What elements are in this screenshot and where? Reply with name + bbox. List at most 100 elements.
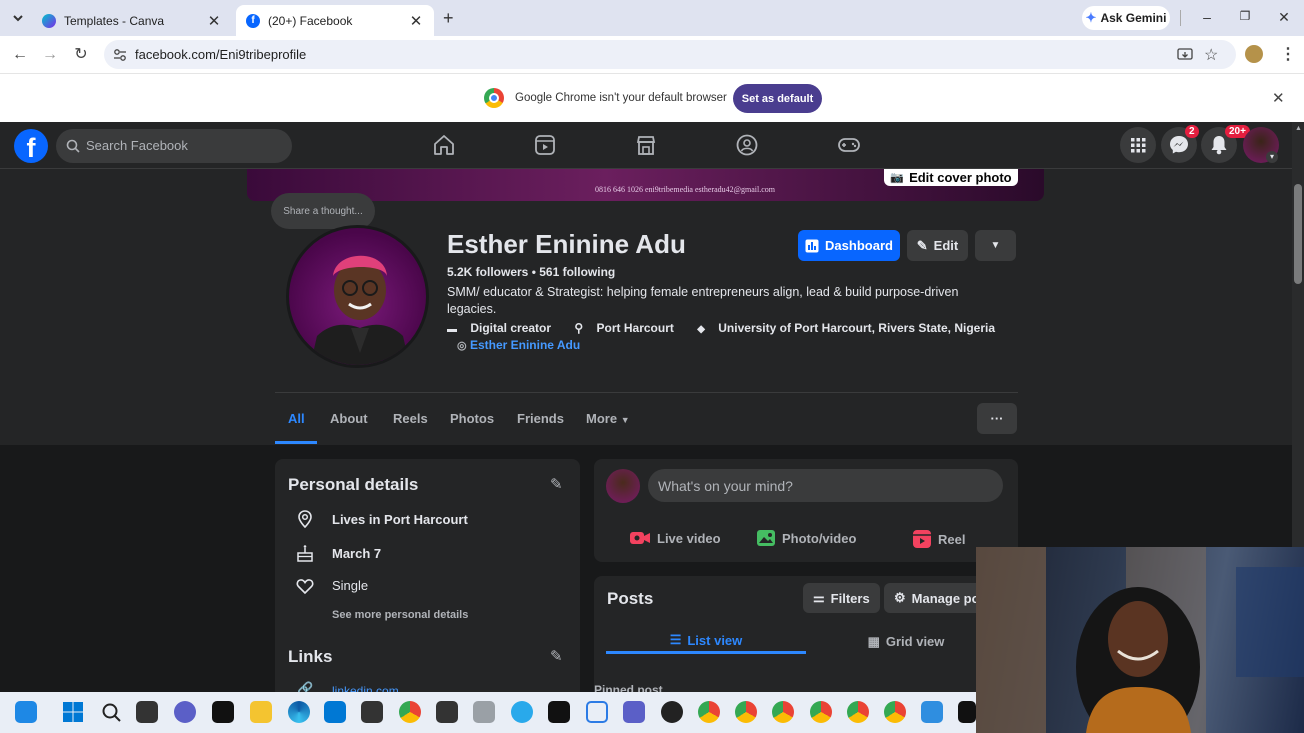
- photo-video-button[interactable]: Photo/video: [756, 529, 856, 547]
- chrome-icon[interactable]: [399, 701, 421, 723]
- capcut-icon[interactable]: [548, 701, 570, 723]
- bookmark-star-icon[interactable]: ☆: [1204, 45, 1218, 65]
- photo-video-label: Photo/video: [782, 530, 857, 546]
- links-title: Links: [288, 647, 333, 666]
- scrollbar-thumb[interactable]: [1294, 184, 1302, 284]
- edit-links-pencil-icon[interactable]: ✎: [550, 647, 563, 665]
- tab-reels[interactable]: Reels: [393, 411, 428, 426]
- edit-label: Edit: [933, 238, 959, 253]
- live-video-button[interactable]: Live video: [629, 529, 721, 547]
- dashboard-chart-icon: [805, 239, 819, 252]
- tab-photos[interactable]: Photos: [450, 411, 494, 426]
- edit-profile-button[interactable]: ✎ Edit: [907, 230, 968, 261]
- calculator-icon[interactable]: [473, 701, 495, 723]
- location-label: Port Harcourt: [596, 321, 674, 335]
- profile-divider: [275, 392, 1018, 393]
- gaming-icon[interactable]: [837, 133, 861, 157]
- reload-icon[interactable]: ↻: [71, 45, 91, 65]
- profile-intro-line: ▬ Digital creator ⚲ Port Harcourt ◆ Univ…: [447, 321, 1015, 335]
- profile-picture[interactable]: [286, 225, 429, 368]
- taskbar-search-icon[interactable]: [100, 701, 122, 723]
- instagram-link[interactable]: ◎ Esther Eninine Adu: [457, 338, 580, 352]
- dashboard-button[interactable]: Dashboard: [798, 230, 900, 261]
- app-icon[interactable]: [661, 701, 683, 723]
- chrome-profile-icon[interactable]: [810, 701, 832, 723]
- profile-avatar-icon[interactable]: [1245, 45, 1263, 63]
- followers-count[interactable]: 5.2K followers • 561 following: [447, 265, 615, 279]
- composer-avatar[interactable]: [606, 469, 640, 503]
- tab-search-icon[interactable]: [10, 11, 26, 25]
- reels-video-icon[interactable]: [533, 133, 557, 157]
- live-video-icon: [630, 532, 650, 544]
- marketplace-icon[interactable]: [634, 133, 658, 157]
- infobar-close-icon[interactable]: ✕: [1272, 89, 1285, 107]
- search-facebook-input[interactable]: Search Facebook: [56, 129, 292, 163]
- set-as-default-button[interactable]: Set as default: [733, 84, 822, 113]
- install-app-icon[interactable]: [1177, 47, 1193, 63]
- windows-start-icon[interactable]: [62, 701, 84, 723]
- edit-cover-label: Edit cover photo: [909, 170, 1012, 185]
- scroll-up-arrow-icon[interactable]: ▲: [1295, 125, 1302, 132]
- tab-all[interactable]: All: [288, 411, 305, 426]
- photo-video-icon: [757, 530, 775, 546]
- graduation-cap-icon: ◆: [697, 324, 705, 335]
- file-explorer-icon[interactable]: [250, 701, 272, 723]
- profile-tabs-options-button[interactable]: ···: [977, 403, 1017, 434]
- home-icon[interactable]: [432, 133, 456, 157]
- edit-cover-photo-button[interactable]: 📷 Edit cover photo: [884, 169, 1018, 186]
- edit-pencil-icon[interactable]: ✎: [550, 475, 563, 493]
- browser-tab-canva[interactable]: Templates - Canva ✕: [32, 5, 232, 36]
- forward-icon[interactable]: →: [40, 45, 60, 65]
- profile-photo-illustration: [310, 255, 410, 365]
- tab-friends[interactable]: Friends: [517, 411, 564, 426]
- chrome-profile-icon[interactable]: [884, 701, 906, 723]
- chrome-profile-icon[interactable]: [735, 701, 757, 723]
- heart-icon: [295, 576, 315, 596]
- new-tab-icon[interactable]: +: [443, 8, 454, 29]
- minimize-icon[interactable]: –: [1199, 9, 1215, 25]
- share-a-thought-bubble[interactable]: Share a thought...: [271, 193, 375, 229]
- address-bar[interactable]: facebook.com/Eni9tribeprofile ☆: [104, 40, 1236, 69]
- obs-icon[interactable]: [361, 701, 383, 723]
- groups-icon[interactable]: [735, 133, 759, 157]
- chat-icon[interactable]: [174, 701, 196, 723]
- facebook-logo-icon[interactable]: f: [14, 129, 48, 163]
- chevron-down-icon[interactable]: ▾: [1266, 151, 1278, 163]
- reel-button[interactable]: Reel: [912, 529, 965, 549]
- tab-about[interactable]: About: [330, 411, 368, 426]
- profile-more-dropdown[interactable]: ▼: [975, 230, 1016, 261]
- chrome-profile-icon[interactable]: [698, 701, 720, 723]
- photos-app-icon[interactable]: [921, 701, 943, 723]
- telegram-icon[interactable]: [511, 701, 533, 723]
- tab-more[interactable]: More ▼: [586, 411, 630, 426]
- list-view-tab[interactable]: ☰ List view: [606, 629, 806, 654]
- chrome-profile-icon[interactable]: [772, 701, 794, 723]
- see-more-personal-details-link[interactable]: See more personal details: [332, 609, 468, 621]
- close-tab-icon[interactable]: ✕: [206, 12, 222, 30]
- site-info-icon[interactable]: [113, 48, 127, 62]
- location-item: ⚲ Port Harcourt: [574, 321, 683, 335]
- close-tab-icon[interactable]: ✕: [408, 12, 424, 30]
- grid-view-label: Grid view: [885, 634, 945, 649]
- messenger-badge: 2: [1185, 125, 1199, 138]
- browser-tab-facebook[interactable]: f (20+) Facebook ✕: [236, 5, 434, 36]
- task-view-icon[interactable]: [136, 701, 158, 723]
- whats-on-your-mind-input[interactable]: What's on your mind?: [648, 469, 1003, 502]
- filters-button[interactable]: ⚌ Filters: [803, 583, 880, 613]
- chrome-menu-icon[interactable]: ⋮: [1280, 44, 1296, 64]
- snipping-tool-icon[interactable]: [586, 701, 608, 723]
- ask-gemini-button[interactable]: ✦ Ask Gemini: [1082, 6, 1170, 30]
- back-icon[interactable]: ←: [10, 45, 30, 65]
- restore-icon[interactable]: ❐: [1237, 9, 1253, 23]
- chrome-profile-icon[interactable]: [847, 701, 869, 723]
- teams-icon[interactable]: [623, 701, 645, 723]
- menu-grid-button[interactable]: [1120, 127, 1156, 163]
- recorder-icon[interactable]: [436, 701, 458, 723]
- capcut-editor-icon[interactable]: [958, 701, 976, 723]
- widgets-icon[interactable]: [15, 701, 37, 723]
- store-icon[interactable]: [324, 701, 346, 723]
- window-close-icon[interactable]: ✕: [1276, 9, 1292, 26]
- edge-browser-icon[interactable]: [288, 701, 310, 723]
- chevron-down-icon: ▼: [990, 240, 1001, 251]
- media-player-icon[interactable]: [212, 701, 234, 723]
